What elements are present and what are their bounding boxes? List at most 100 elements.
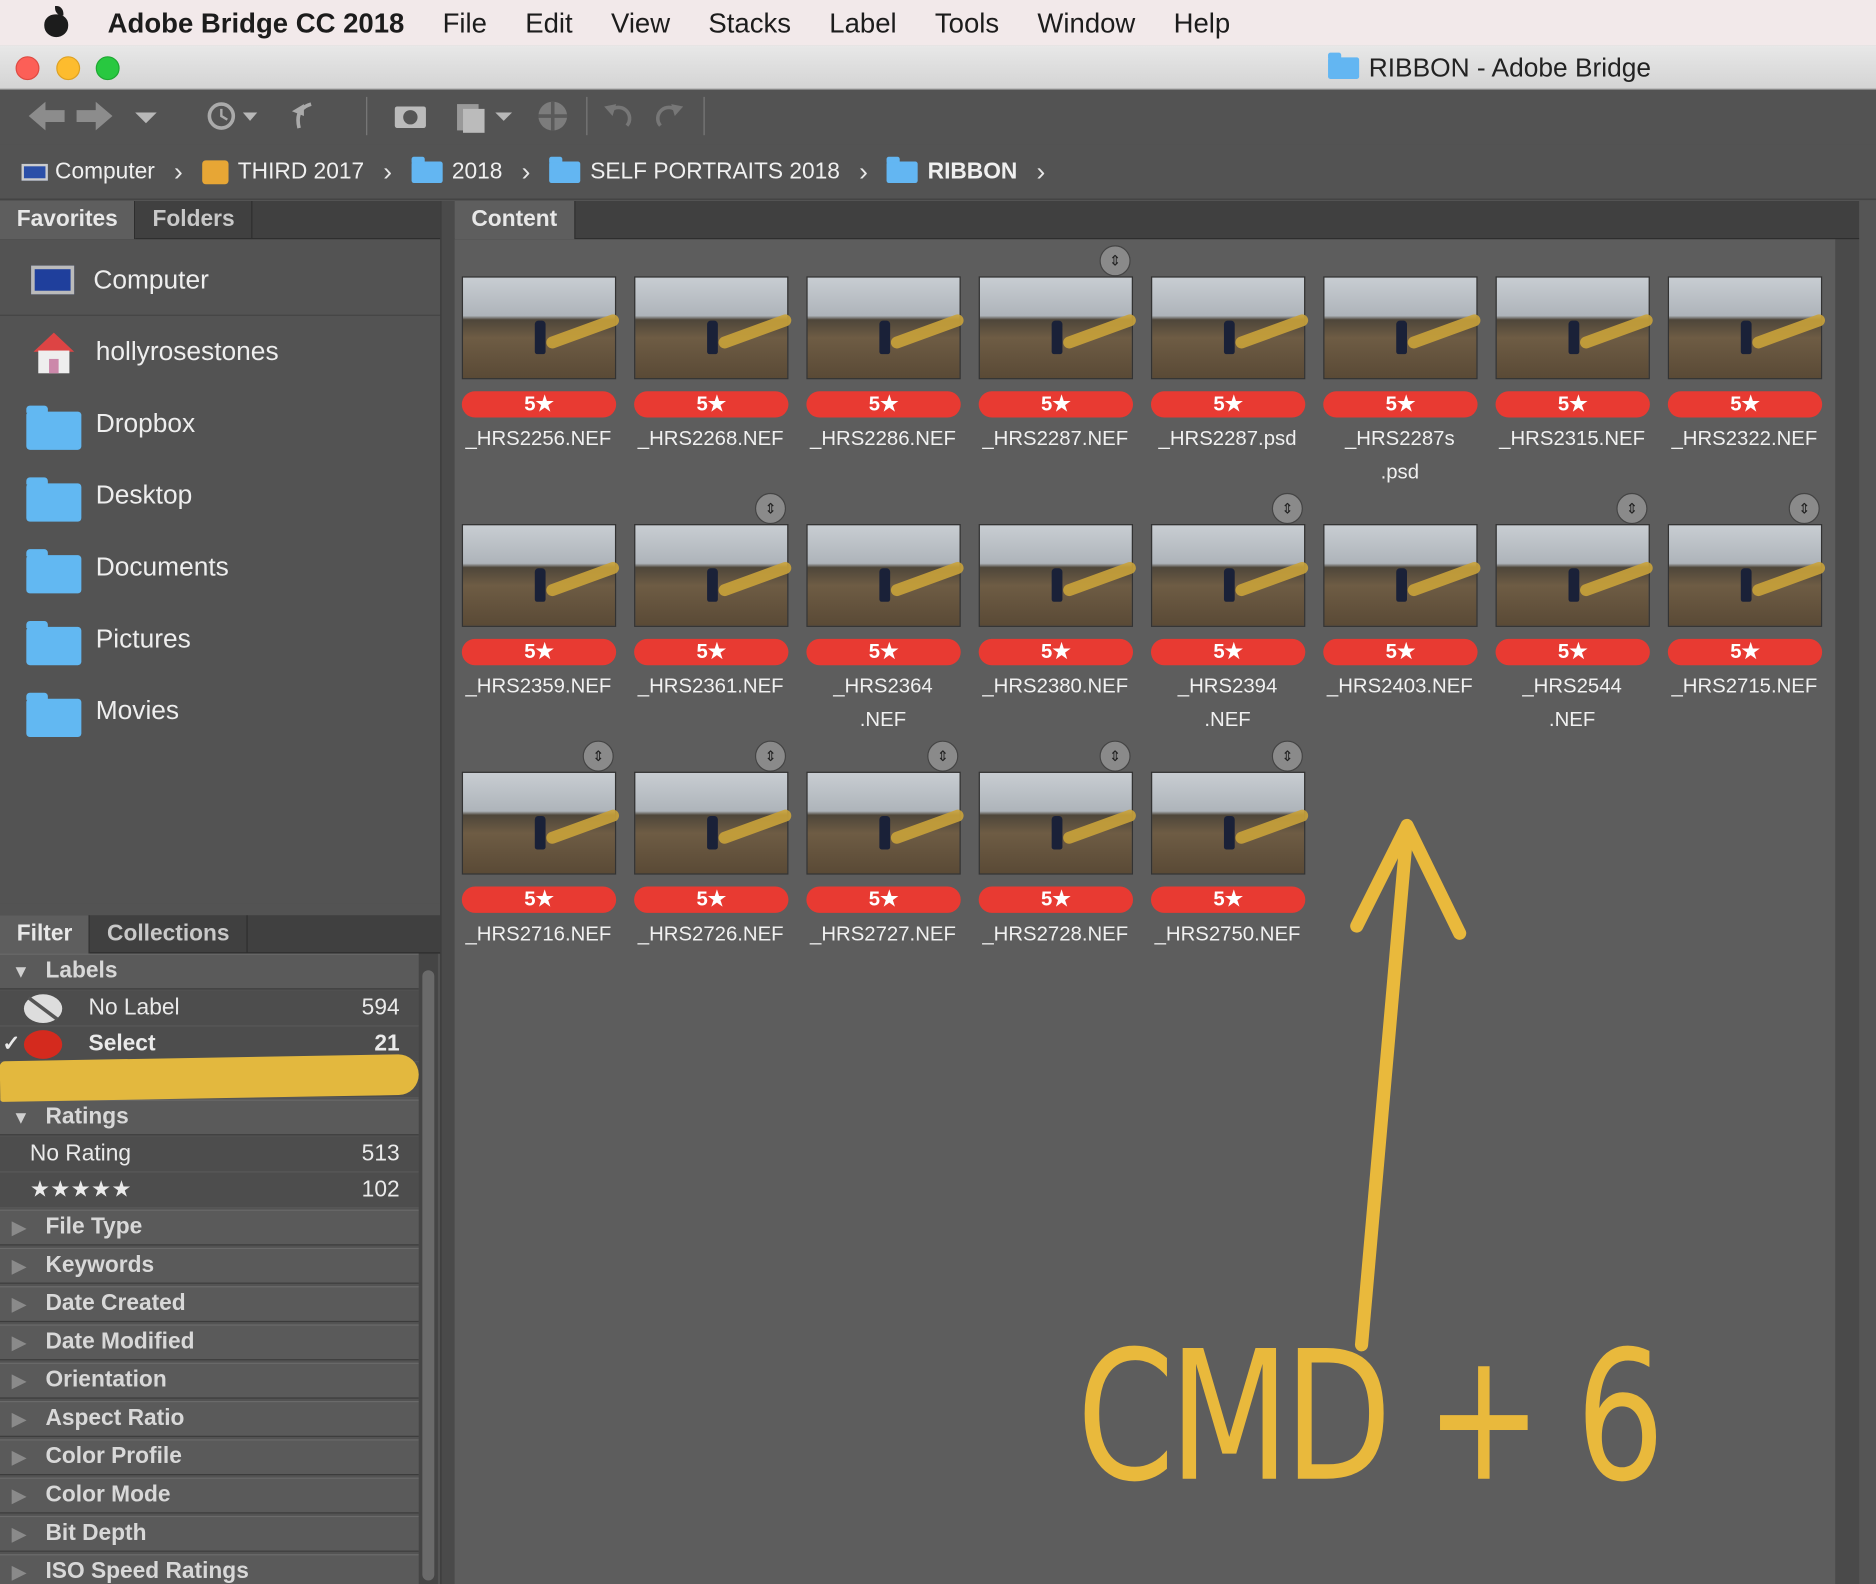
thumbnail-filename[interactable]: _HRS2728.NEF <box>968 918 1143 952</box>
path-crumb-2018[interactable]: 2018 › <box>411 156 530 187</box>
thumbnail-item[interactable]: 5★ _HRS2268.NEF <box>631 252 793 491</box>
filter-section-file-type[interactable]: ▶ File Type <box>0 1209 419 1246</box>
favorite-home[interactable]: hollyrosestones <box>0 316 440 388</box>
app-name-menu[interactable]: Adobe Bridge CC 2018 <box>108 7 405 39</box>
filter-section-keywords[interactable]: ▶ Keywords <box>0 1247 419 1284</box>
menu-window[interactable]: Window <box>1037 7 1135 39</box>
thumbnail-item[interactable]: 5★ _HRS2403.NEF <box>1320 500 1483 739</box>
stack-toggle-icon[interactable]: ⇕ <box>754 492 787 525</box>
triangle-right-icon[interactable]: ▶ <box>0 1408 45 1429</box>
menu-stacks[interactable]: Stacks <box>708 7 791 39</box>
thumbnail-image[interactable] <box>1323 276 1483 380</box>
thumbnail-image[interactable] <box>978 771 1138 875</box>
recent-files-clock-icon[interactable] <box>197 97 259 135</box>
thumbnail-item[interactable]: ⇕ 5★ _HRS2716.NEF <box>458 740 621 987</box>
filter-section-bit-depth[interactable]: ▶ Bit Depth <box>0 1515 419 1552</box>
path-crumb-computer[interactable]: Computer › <box>21 156 183 187</box>
rotate-left-icon[interactable] <box>601 97 637 135</box>
triangle-right-icon[interactable]: ▶ <box>0 1561 45 1583</box>
menu-edit[interactable]: Edit <box>525 7 572 39</box>
thumbnail-filename[interactable]: _HRS2287.psd <box>1140 422 1315 456</box>
filter-item-five-stars[interactable]: ★★★★★ 102 <box>0 1172 419 1209</box>
thumbnail-filename[interactable]: _HRS2364 .NEF <box>796 670 971 737</box>
chevron-right-icon[interactable]: › <box>522 156 531 187</box>
thumbnail-filename[interactable]: _HRS2286.NEF <box>796 422 971 456</box>
thumbnail-item[interactable]: 5★ _HRS2380.NEF <box>975 500 1138 739</box>
filter-item-no-rating[interactable]: No Rating 513 <box>0 1136 419 1173</box>
thumbnail-filename[interactable]: _HRS2359.NEF <box>451 670 626 704</box>
filter-section-labels[interactable]: ▼ Labels <box>0 953 419 990</box>
thumbnail-image[interactable] <box>806 524 966 627</box>
tab-filter[interactable]: Filter <box>0 915 91 954</box>
filter-section-color-profile[interactable]: ▶ Color Profile <box>0 1439 419 1476</box>
apple-icon[interactable] <box>43 5 69 38</box>
filter-section-orientation[interactable]: ▶ Orientation <box>0 1362 419 1399</box>
rating-badge[interactable]: 5★ <box>1667 391 1823 418</box>
thumbnail-image[interactable] <box>634 524 793 627</box>
thumbnail-image[interactable] <box>461 276 621 380</box>
thumbnail-item[interactable]: 5★ _HRS2364 .NEF <box>803 500 966 739</box>
rating-badge[interactable]: 5★ <box>634 886 789 913</box>
thumbnail-filename[interactable]: _HRS2716.NEF <box>451 918 626 952</box>
rotate-right-icon[interactable] <box>651 97 687 135</box>
thumbnail-item[interactable]: ⇕ 5★ _HRS2544 .NEF <box>1492 492 1655 739</box>
stack-toggle-icon[interactable]: ⇕ <box>927 740 959 772</box>
content-scrollbar[interactable] <box>1835 239 1860 1584</box>
stack-toggle-icon[interactable]: ⇕ <box>754 740 787 772</box>
thumbnail-filename[interactable]: _HRS2287.NEF <box>968 422 1143 456</box>
refine-documents-icon[interactable] <box>452 97 519 135</box>
filter-item-no-label[interactable]: No Label 594 <box>0 990 419 1027</box>
filter-section-date-created[interactable]: ▶ Date Created <box>0 1286 419 1323</box>
thumbnail-filename[interactable]: _HRS2727.NEF <box>796 918 971 952</box>
thumbnail-item[interactable]: 5★ _HRS2287s .psd <box>1320 252 1483 491</box>
thumbnail-item[interactable]: ⇕ 5★ _HRS2727.NEF <box>803 740 966 987</box>
thumbnail-filename[interactable]: _HRS2315.NEF <box>1485 422 1660 456</box>
thumbnail-filename[interactable]: _HRS2394 .NEF <box>1140 670 1315 737</box>
rating-badge[interactable]: 5★ <box>1150 638 1306 666</box>
thumbnail-image[interactable] <box>978 276 1138 380</box>
favorite-pictures[interactable]: Pictures <box>0 603 440 675</box>
filter-section-color-mode[interactable]: ▶ Color Mode <box>0 1477 419 1514</box>
filter-section-iso-speed[interactable]: ▶ ISO Speed Ratings <box>0 1554 419 1584</box>
thumbnail-item[interactable]: 5★ _HRS2286.NEF <box>803 252 966 491</box>
thumbnail-image[interactable] <box>1150 524 1310 627</box>
thumbnail-item[interactable]: ⇕ 5★ _HRS2361.NEF <box>631 492 793 739</box>
favorite-computer[interactable]: Computer <box>0 244 441 316</box>
stack-toggle-icon[interactable]: ⇕ <box>1271 492 1303 525</box>
thumbnail-image[interactable] <box>1495 276 1655 380</box>
thumbnail-filename[interactable]: _HRS2268.NEF <box>623 422 798 456</box>
thumbnail-image[interactable] <box>1150 276 1310 380</box>
thumbnail-filename[interactable]: _HRS2322.NEF <box>1657 422 1832 456</box>
thumbnail-item[interactable]: ⇕ 5★ _HRS2394 .NEF <box>1147 492 1310 739</box>
thumbnail-filename[interactable]: _HRS2715.NEF <box>1657 670 1832 704</box>
path-crumb-self-portraits-2018[interactable]: SELF PORTRAITS 2018 › <box>549 156 868 187</box>
rating-badge[interactable]: 5★ <box>978 638 1134 666</box>
thumbnail-filename[interactable]: _HRS2380.NEF <box>968 670 1143 704</box>
favorite-dropbox[interactable]: Dropbox <box>0 388 440 460</box>
thumbnail-filename[interactable]: _HRS2726.NEF <box>623 918 798 952</box>
stack-toggle-icon[interactable]: ⇕ <box>1788 492 1820 525</box>
thumbnail-image[interactable] <box>1150 771 1310 875</box>
thumbnail-filename[interactable]: _HRS2287s .psd <box>1312 422 1487 489</box>
zoom-window-button[interactable] <box>95 56 120 81</box>
rating-badge[interactable]: 5★ <box>806 391 961 418</box>
thumbnail-item[interactable]: 5★ _HRS2287.psd <box>1147 252 1310 491</box>
favorite-desktop[interactable]: Desktop <box>0 459 440 531</box>
thumbnail-item[interactable]: ⇕ 5★ _HRS2287.NEF <box>975 245 1138 491</box>
stack-toggle-icon[interactable]: ⇕ <box>1616 492 1648 525</box>
rating-badge[interactable]: 5★ <box>1495 638 1650 666</box>
tab-content[interactable]: Content <box>454 201 576 240</box>
recent-locations-chevron-down-icon[interactable] <box>132 97 161 135</box>
thumbnail-filename[interactable]: _HRS2361.NEF <box>623 670 798 704</box>
thumbnail-filename[interactable]: _HRS2403.NEF <box>1312 670 1487 704</box>
tab-folders[interactable]: Folders <box>136 201 253 240</box>
rating-badge[interactable]: 5★ <box>1150 391 1306 418</box>
thumbnail-image[interactable] <box>806 771 966 875</box>
rating-badge[interactable]: 5★ <box>634 391 789 418</box>
thumbnail-item[interactable]: ⇕ 5★ _HRS2726.NEF <box>631 740 793 987</box>
stack-toggle-icon[interactable]: ⇕ <box>1099 245 1131 277</box>
filter-section-ratings[interactable]: ▼ Ratings <box>0 1099 419 1136</box>
filter-scrollbar-thumb[interactable] <box>422 970 435 1581</box>
rating-badge[interactable]: 5★ <box>1150 886 1306 913</box>
tab-collections[interactable]: Collections <box>90 915 248 954</box>
